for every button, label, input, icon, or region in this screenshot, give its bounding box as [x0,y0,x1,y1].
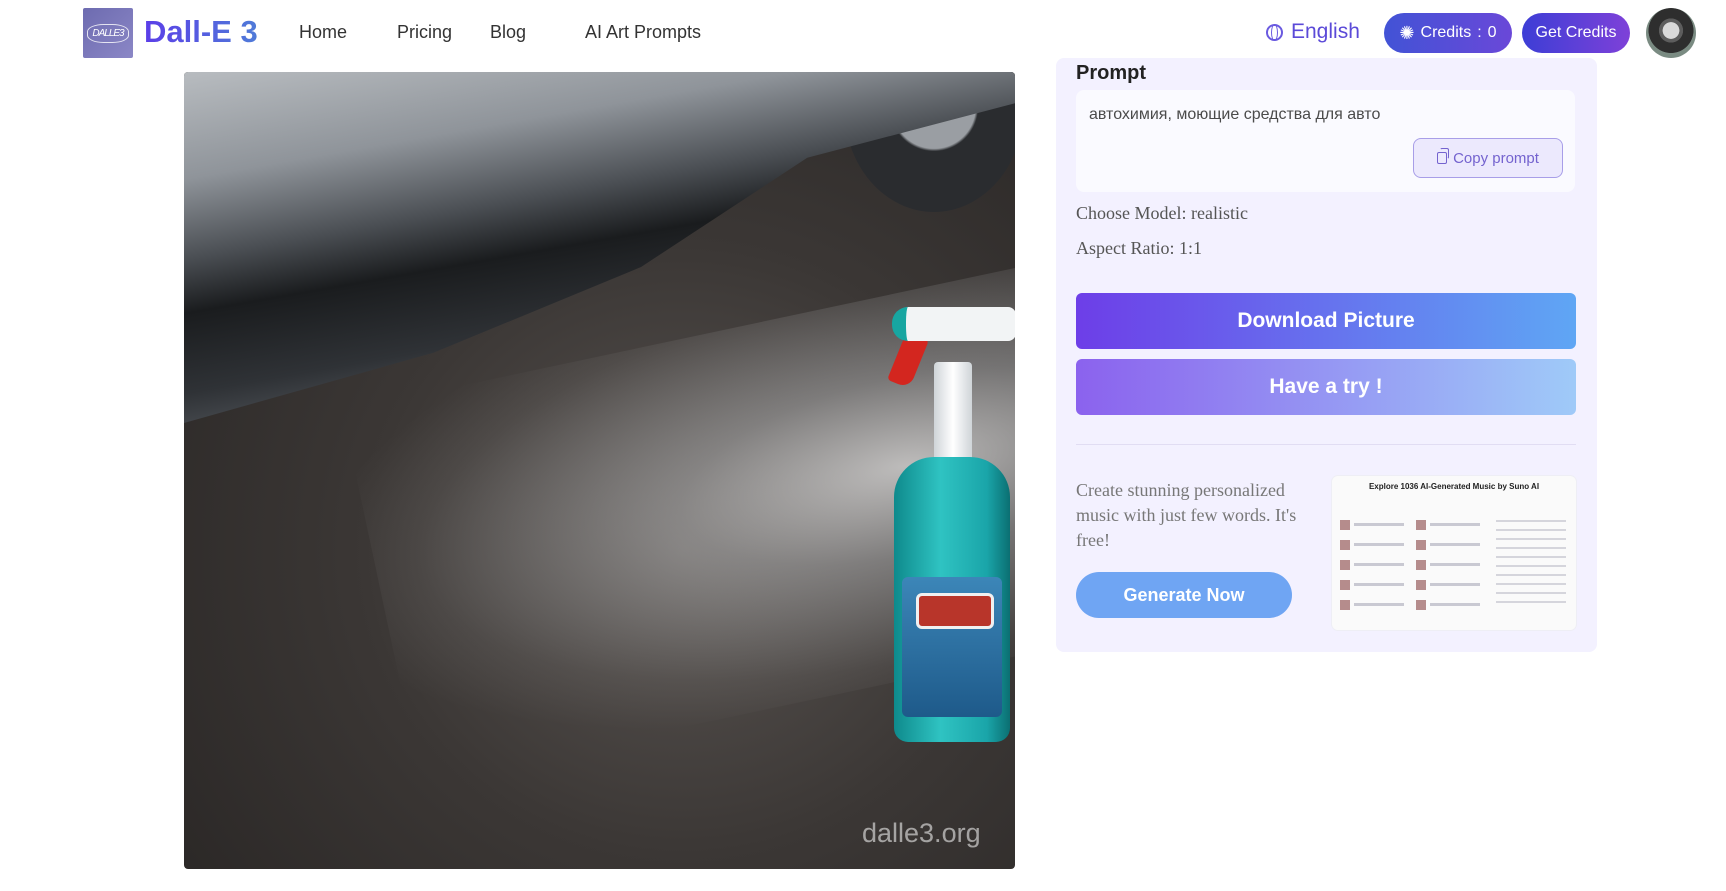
credits-label: Credits [1420,24,1472,41]
language-selector[interactable]: English [1266,20,1360,44]
aspect-label: Aspect Ratio: [1076,238,1175,258]
aspect-info: Aspect Ratio: 1:1 [1076,238,1202,259]
thumb-list-item [1416,580,1486,590]
copy-icon [1437,148,1450,164]
globe-icon [1266,23,1283,41]
nav-ai-art-prompts[interactable]: AI Art Prompts [585,22,701,43]
generated-image [184,72,1015,869]
thumb-list-item [1340,540,1410,550]
language-label: English [1291,20,1360,43]
nav-home[interactable]: Home [299,22,347,43]
thumb-list-item [1416,600,1486,610]
brand-name[interactable]: Dall-E 3 [144,14,258,50]
generate-now-button[interactable]: Generate Now [1076,572,1292,618]
credits-separator: : [1477,24,1482,41]
spray-nozzle-shape [892,307,1015,341]
model-label: Choose Model: [1076,203,1187,223]
promo-thumb-title: Explore 1036 AI-Generated Music by Suno … [1368,482,1540,491]
credits-value: 0 [1487,24,1497,41]
thumb-list-item [1340,600,1410,610]
music-promo-text: Create stunning personalized music with … [1076,480,1297,550]
bottle-label-shape [902,577,1002,717]
thumb-list-item [1416,520,1486,530]
logo-icon[interactable]: DALLE3 [83,8,133,58]
thumb-sidebar [1496,520,1566,616]
user-avatar[interactable] [1646,8,1696,58]
prompt-title: Prompt [1076,62,1146,84]
download-picture-button[interactable]: Download Picture [1076,293,1576,349]
thumb-list-item [1416,560,1486,570]
model-value: realistic [1191,203,1248,223]
copy-prompt-button[interactable]: Copy prompt [1413,138,1563,178]
nav-blog[interactable]: Blog [490,22,526,43]
panel-divider [1076,444,1576,445]
get-credits-button[interactable]: Get Credits [1522,13,1630,53]
thumb-list-item [1340,520,1410,530]
nav-pricing[interactable]: Pricing [397,22,452,43]
thumb-list-item [1340,580,1410,590]
aspect-value: 1:1 [1178,238,1202,258]
bottle-neck-shape [934,362,972,462]
prompt-text: автохимия, моющие средства для авто [1089,106,1381,123]
thumb-list-item [1340,560,1410,570]
credits-button[interactable]: ✺ Credits: 0 [1384,13,1512,53]
model-info: Choose Model: realistic [1076,203,1248,224]
have-a-try-button[interactable]: Have a try ! [1076,359,1576,415]
music-promo-thumbnail[interactable]: Explore 1036 AI-Generated Music by Suno … [1332,476,1576,630]
sparkle-icon: ✺ [1399,22,1415,43]
thumb-list-item [1416,540,1486,550]
copy-prompt-label: Copy prompt [1453,149,1539,167]
image-watermark: dalle3.org [862,818,981,848]
